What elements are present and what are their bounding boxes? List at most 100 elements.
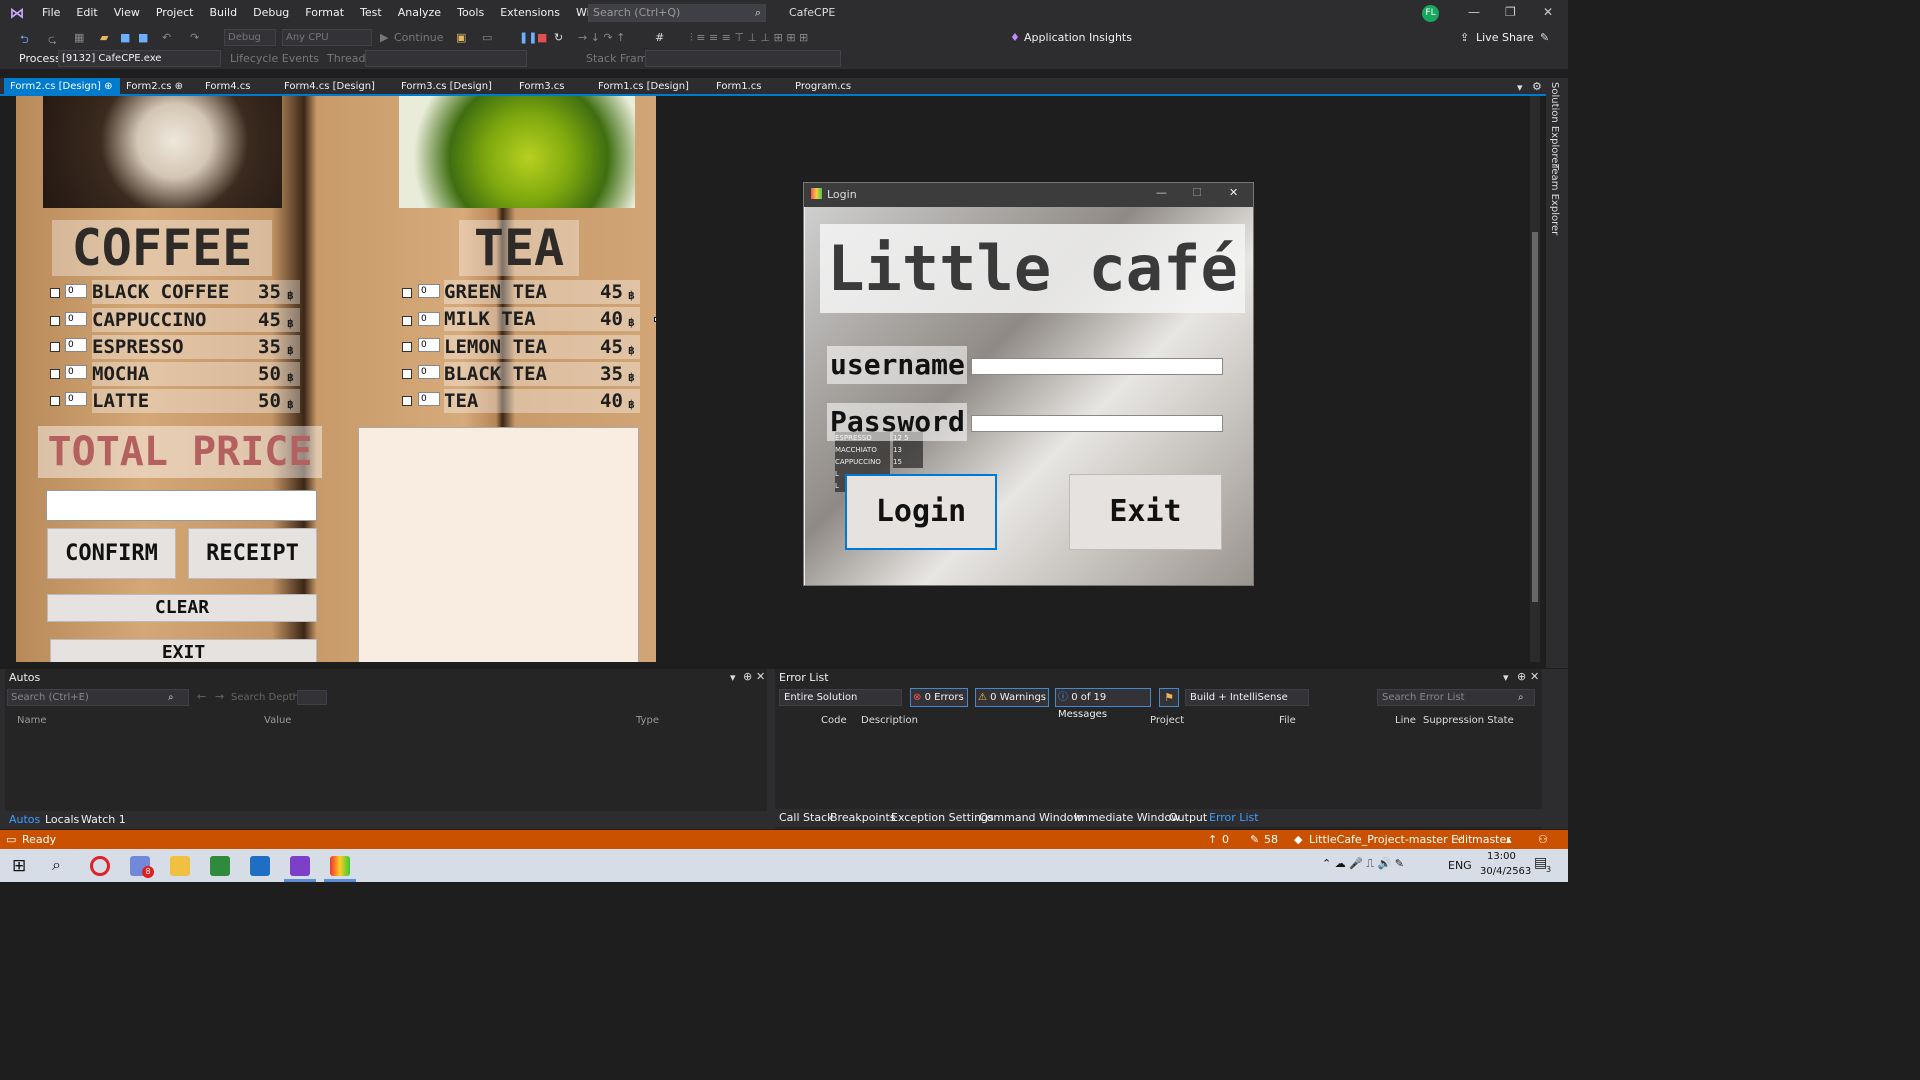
process-select[interactable]: [9132] CafeCPE.exe [58,50,221,67]
coffee-qty-stepper[interactable]: 0 [65,284,87,298]
lifecycle-events-button[interactable]: Lifecycle Events [230,52,319,65]
menu-debug[interactable]: Debug [245,0,297,26]
tab-locals[interactable]: Locals [45,813,79,826]
stop-icon[interactable]: ■ [537,31,547,44]
forward-arrow-icon[interactable]: → [215,690,224,703]
application-insights-button[interactable]: Application Insights [1024,31,1132,44]
restart-icon[interactable]: ↻ [554,31,563,44]
column-value[interactable]: Value [264,715,291,726]
tab-immediate-window[interactable]: Immediate Window [1074,811,1180,824]
tab-program-cs[interactable]: Program.cs [789,78,857,96]
password-input[interactable] [971,415,1223,432]
close-panel-icon[interactable]: ✕ [1530,670,1539,683]
quick-launch-search-input[interactable]: Search (Ctrl+Q) ⌕ [588,4,766,22]
tab-autos[interactable]: Autos [9,813,40,826]
back-arrow-icon[interactable]: ← [197,690,206,703]
tab-breakpoints[interactable]: Breakpoints [830,811,896,824]
tea-checkbox[interactable] [402,369,412,379]
column-name[interactable]: Name [17,715,47,726]
discord-icon[interactable]: 8 [130,856,154,878]
messages-filter-button[interactable]: ⓘ 0 of 19 Messages [1055,688,1151,720]
format-icons[interactable]: ⫶ ≡ ≡ ≡ ⊤ ⊥ ⊥ ⊞ ⊞ ⊞ [690,31,808,45]
coffee-qty-stepper[interactable]: 0 [65,392,87,406]
continue-play-icon[interactable]: ▶ [380,31,388,44]
build-filter-select[interactable]: Build + IntelliSense [1185,689,1309,706]
feedback-icon[interactable]: ✎ [1540,31,1549,44]
pin-icon[interactable]: ⊕ [743,670,752,683]
menu-build[interactable]: Build [201,0,245,26]
hot-reload-icon[interactable]: ▣ [456,31,466,44]
unpushed-count[interactable]: 0 [1222,830,1229,849]
coffee-qty-stepper[interactable]: 0 [65,312,87,326]
confirm-button[interactable]: CONFIRM [47,528,176,579]
tea-checkbox[interactable] [402,396,412,406]
menu-project[interactable]: Project [148,0,202,26]
tea-qty-stepper[interactable]: 0 [418,312,440,326]
branch-name[interactable]: master [1472,830,1511,849]
vertical-scrollbar[interactable] [1530,96,1540,662]
notifications-icon[interactable]: ⚇ [1538,830,1548,849]
step-icons[interactable]: → ↓ ↷ ↑ [578,31,625,44]
live-share-button[interactable]: Live Share [1476,31,1534,44]
back-icon[interactable]: ⮌ [20,31,29,50]
coffee-checkbox[interactable] [50,316,60,326]
coffee-qty-stepper[interactable]: 0 [65,365,87,379]
redo-icon[interactable]: ↷ [190,31,199,44]
tab-form1-design[interactable]: Form1.cs [Design] [592,78,695,96]
search-depth-select[interactable] [297,690,327,705]
tab-form4-cs[interactable]: Form4.cs [199,78,256,96]
clock-time[interactable]: 13:00 [1487,851,1516,862]
clock-date[interactable]: 30/4/2563 [1480,866,1531,877]
continue-button[interactable]: Continue [394,31,443,44]
panel-dropdown-icon[interactable]: ▾ [1503,671,1509,684]
tab-form2-design[interactable]: Form2.cs [Design] ⊕ ✕ [4,78,120,110]
close-panel-icon[interactable]: ✕ [756,670,765,683]
forward-icon[interactable]: ⮎ [48,31,57,50]
exit-login-button[interactable]: Exit [1069,474,1222,550]
visual-studio-icon[interactable] [290,856,310,876]
tea-qty-stepper[interactable]: 0 [418,338,440,352]
menu-edit[interactable]: Edit [68,0,105,26]
save-all-icon[interactable]: ■ [138,31,148,44]
thread-select[interactable] [365,50,527,67]
new-project-icon[interactable]: ▦ [74,31,84,44]
cafecpe-app-icon[interactable] [330,856,350,876]
repository-name[interactable]: LittleCafe_Project-master Edit [1309,830,1472,849]
tea-checkbox[interactable] [402,288,412,298]
tab-form4-design[interactable]: Form4.cs [Design] [278,78,381,96]
column-project[interactable]: Project [1150,715,1184,726]
tea-qty-stepper[interactable]: 0 [418,284,440,298]
coffee-checkbox[interactable] [50,369,60,379]
username-input[interactable] [971,358,1223,375]
pause-icon[interactable]: ❚❚ [519,31,537,44]
tab-form3-design[interactable]: Form3.cs [Design] [395,78,498,96]
save-icon[interactable]: ■ [120,31,130,44]
tab-error-list[interactable]: Error List [1209,811,1259,824]
screenshot-icon[interactable]: ▭ [482,31,492,44]
menu-analyze[interactable]: Analyze [390,0,449,26]
login-button[interactable]: Login [845,474,997,550]
minimize-icon[interactable]: — [1156,186,1167,199]
coffee-checkbox[interactable] [50,342,60,352]
receipt-button[interactable]: RECEIPT [188,528,317,579]
tab-form3-cs[interactable]: Form3.cs [513,78,570,96]
tab-output[interactable]: Output [1169,811,1207,824]
tab-watch1[interactable]: Watch 1 [81,813,126,826]
column-file[interactable]: File [1279,715,1296,726]
warnings-filter-button[interactable]: ⚠ 0 Warnings [975,688,1049,707]
menu-file[interactable]: File [34,0,68,26]
tea-qty-stepper[interactable]: 0 [418,392,440,406]
undo-icon[interactable]: ↶ [162,31,171,44]
coffee-checkbox[interactable] [50,288,60,298]
app-icon[interactable] [210,856,230,876]
menu-format[interactable]: Format [297,0,352,26]
tea-checkbox[interactable] [402,342,412,352]
file-explorer-icon[interactable] [170,856,190,876]
filter-icon[interactable]: ⚑ [1159,688,1179,707]
menu-view[interactable]: View [106,0,148,26]
team-explorer-tab[interactable]: Team Explorer [1549,164,1560,235]
column-type[interactable]: Type [636,715,659,726]
open-folder-icon[interactable]: ▰ [100,31,108,44]
column-code[interactable]: Code [821,715,847,726]
autos-search-input[interactable]: Search (Ctrl+E) ⌕ [7,689,189,706]
